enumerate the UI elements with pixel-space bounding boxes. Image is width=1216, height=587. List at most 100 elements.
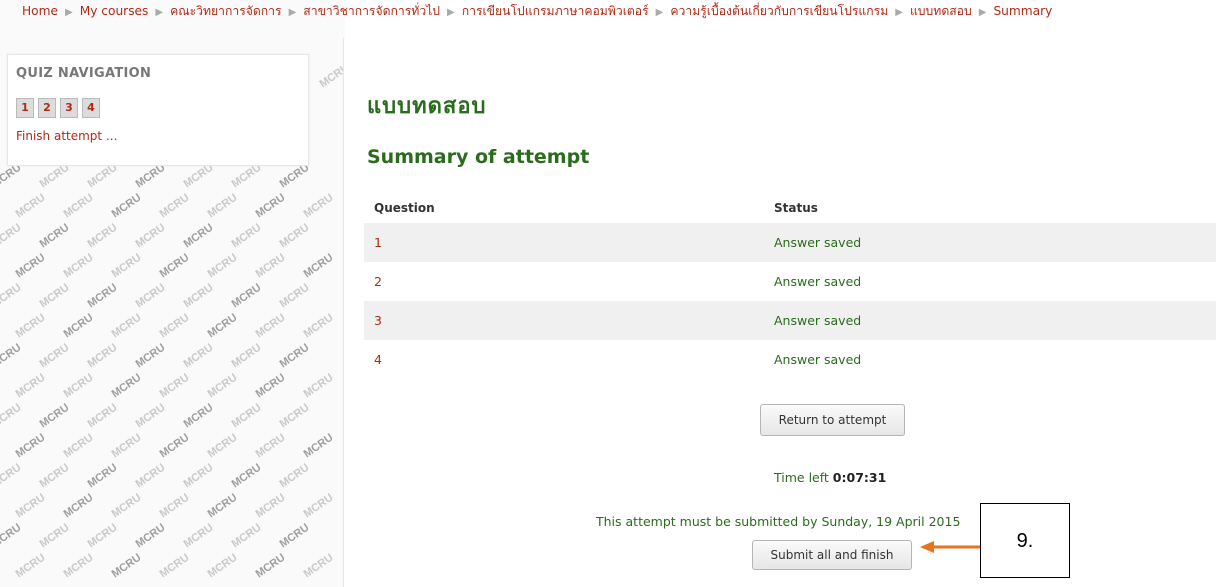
breadcrumb-separator-icon: ▶ [65,7,73,18]
question-link[interactable]: 1 [364,223,764,262]
watermark-logo: MCRU [109,371,144,401]
watermark-logo: MCRU [157,371,192,401]
breadcrumb-topic[interactable]: ความรู้เบื้องต้นเกี่ยวกับการเขียนโปรแกรม [670,4,888,18]
watermark-logo: MCRU [181,521,216,551]
watermark-logo: MCRU [0,401,24,431]
watermark-logo: MCRU [253,311,288,341]
watermark-logo: MCRU [229,281,264,311]
quiz-nav-button-3[interactable]: 3 [60,98,78,118]
watermark-logo: MCRU [13,311,48,341]
watermark-logo: MCRU [229,521,264,551]
time-left-value: 0:07:31 [832,470,887,485]
question-link[interactable]: 4 [364,340,764,379]
watermark-logo: MCRU [157,491,192,521]
watermark-logo: MCRU [229,341,264,371]
quiz-nav-button-4[interactable]: 4 [82,98,100,118]
quiz-navigation-buttons: 1 2 3 4 [16,98,100,118]
breadcrumb-summary: Summary [993,4,1053,18]
watermark-logo: MCRU [133,521,168,551]
watermark-logo: MCRU [109,311,144,341]
watermark-logo: MCRU [253,371,288,401]
watermark-logo: MCRU [277,401,312,431]
watermark-logo: MCRU [37,281,72,311]
breadcrumb-faculty[interactable]: คณะวิทยาการจัดการ [170,4,281,18]
watermark-logo: MCRU [133,461,168,491]
watermark-logo: MCRU [253,491,288,521]
main-content: แบบทดสอบ Summary of attempt Question Sta… [343,38,1216,587]
table-row: 4 Answer saved [364,340,1216,379]
watermark-logo: MCRU [37,461,72,491]
watermark-logo: MCRU [133,281,168,311]
breadcrumb-separator-icon: ▶ [895,7,903,18]
watermark-logo: MCRU [317,61,345,91]
watermark-logo: MCRU [181,461,216,491]
watermark-logo: MCRU [61,431,96,461]
watermark-logo: MCRU [301,251,336,281]
watermark-logo: MCRU [205,491,240,521]
watermark-logo: MCRU [85,521,120,551]
breadcrumb-course[interactable]: การเขียนโปแกรมภาษาคอมพิวเตอร์ [462,4,649,18]
watermark-logo: MCRU [205,311,240,341]
question-link[interactable]: 2 [364,262,764,301]
question-link[interactable]: 3 [364,301,764,340]
time-left: Time left 0:07:31 [774,470,886,485]
watermark-logo: MCRU [37,341,72,371]
watermark-logo: MCRU [301,191,336,221]
watermark-logo: MCRU [13,491,48,521]
watermark-logo: MCRU [133,341,168,371]
watermark-logo: MCRU [277,461,312,491]
watermark-logo: MCRU [157,251,192,281]
watermark-logo: MCRU [61,311,96,341]
breadcrumb-separator-icon: ▶ [447,7,455,18]
watermark-logo: MCRU [301,491,336,521]
watermark-logo: MCRU [205,551,240,581]
quiz-navigation-block: QUIZ NAVIGATION 1 2 3 4 Finish attempt .… [7,54,309,166]
watermark-logo: MCRU [61,491,96,521]
watermark-logo: MCRU [61,191,96,221]
watermark-logo: MCRU [85,281,120,311]
breadcrumb-separator-icon: ▶ [288,7,297,18]
watermark-logo: MCRU [229,461,264,491]
submit-all-and-finish-button[interactable]: Submit all and finish [752,540,912,570]
watermark-logo: MCRU [61,251,96,281]
watermark-logo: MCRU [181,281,216,311]
watermark-logo: MCRU [109,491,144,521]
watermark-logo: MCRU [181,401,216,431]
return-to-attempt-button[interactable]: Return to attempt [760,404,905,436]
watermark-logo: MCRU [253,191,288,221]
watermark-logo: MCRU [13,371,48,401]
watermark-logo: MCRU [85,461,120,491]
watermark-logo: MCRU [13,251,48,281]
watermark-logo: MCRU [13,191,48,221]
finish-attempt-link[interactable]: Finish attempt ... [16,129,117,143]
watermark-logo: MCRU [13,431,48,461]
watermark-logo: MCRU [229,401,264,431]
watermark-logo: MCRU [157,431,192,461]
watermark-logo: MCRU [181,341,216,371]
watermark-logo: MCRU [85,341,120,371]
watermark-logo: MCRU [37,521,72,551]
breadcrumb-my-courses[interactable]: My courses [80,4,149,18]
watermark-logo: MCRU [205,431,240,461]
summary-heading: Summary of attempt [367,146,590,168]
watermark-logo: MCRU [13,551,48,581]
page-title: แบบทดสอบ [367,94,487,119]
watermark-logo: MCRU [0,281,24,311]
watermark-logo: MCRU [277,521,312,551]
watermark-logo: MCRU [0,341,24,371]
status-cell: Answer saved [774,274,862,289]
status-cell: Answer saved [764,223,1216,262]
watermark-logo: MCRU [157,551,192,581]
quiz-nav-button-2[interactable]: 2 [38,98,56,118]
watermark-logo: MCRU [277,341,312,371]
quiz-nav-button-1[interactable]: 1 [16,98,34,118]
breadcrumb-home[interactable]: Home [22,4,58,18]
watermark-logo: MCRU [253,551,288,581]
breadcrumb-quiz[interactable]: แบบทดสอบ [910,4,972,18]
watermark-logo: MCRU [157,311,192,341]
breadcrumb-department[interactable]: สาขาวิชาการจัดการทั่วไป [303,4,440,18]
watermark-logo: MCRU [133,221,168,251]
watermark-logo: MCRU [37,221,72,251]
watermark-logo: MCRU [109,191,144,221]
quiz-navigation-title: QUIZ NAVIGATION [16,66,152,81]
